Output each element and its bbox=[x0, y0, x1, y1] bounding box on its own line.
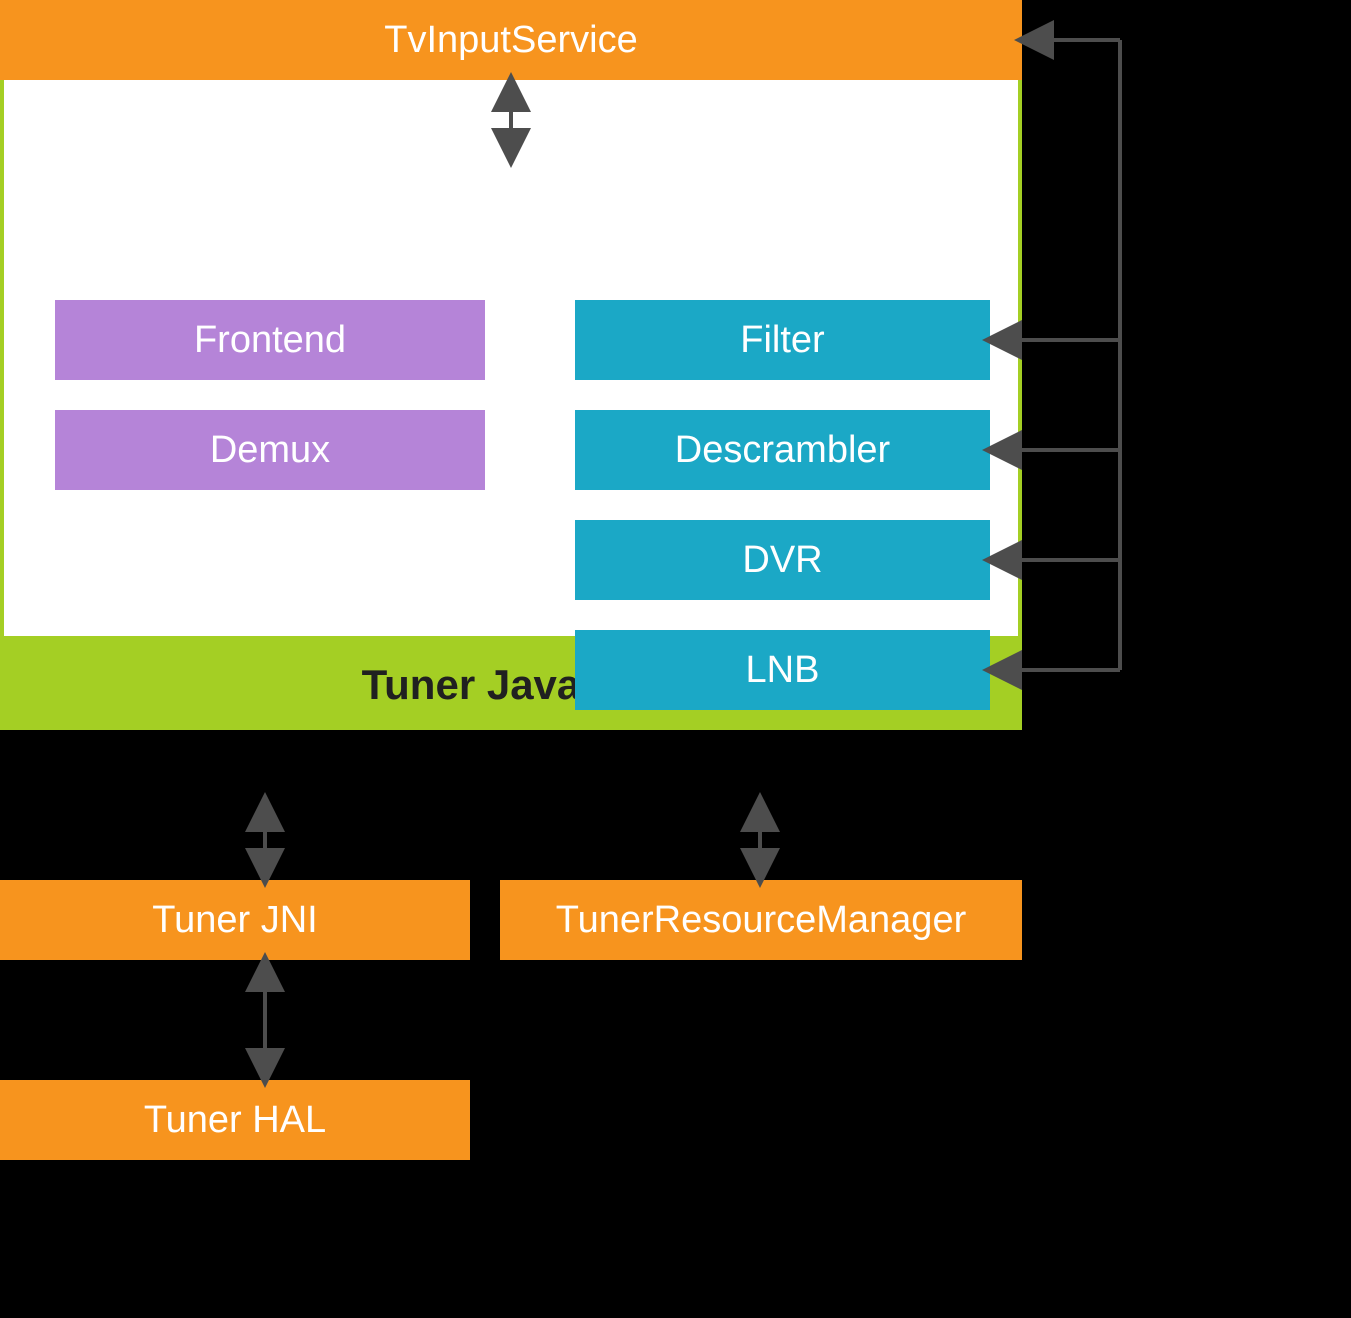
node-frontend: Frontend bbox=[55, 300, 485, 380]
node-dvr: DVR bbox=[575, 520, 990, 600]
node-tuner-jni: Tuner JNI bbox=[0, 880, 470, 960]
node-descrambler: Descrambler bbox=[575, 410, 990, 490]
label-frontend: Frontend bbox=[194, 319, 346, 362]
node-tuner-resource-manager: TunerResourceManager bbox=[500, 880, 1022, 960]
label-tuner-resource-manager: TunerResourceManager bbox=[556, 899, 966, 942]
label-tvinputservice: TvInputService bbox=[384, 19, 637, 62]
label-descrambler: Descrambler bbox=[675, 429, 890, 472]
label-lnb: LNB bbox=[746, 649, 820, 692]
label-tuner-jni: Tuner JNI bbox=[152, 899, 317, 942]
label-filter: Filter bbox=[740, 319, 824, 362]
label-demux: Demux bbox=[210, 429, 330, 472]
label-dvr: DVR bbox=[742, 539, 822, 582]
label-tuner-hal: Tuner HAL bbox=[144, 1099, 326, 1142]
node-filter: Filter bbox=[575, 300, 990, 380]
node-lnb: LNB bbox=[575, 630, 990, 710]
node-tvinputservice: TvInputService bbox=[0, 0, 1022, 80]
node-demux: Demux bbox=[55, 410, 485, 490]
node-tuner-hal: Tuner HAL bbox=[0, 1080, 470, 1160]
